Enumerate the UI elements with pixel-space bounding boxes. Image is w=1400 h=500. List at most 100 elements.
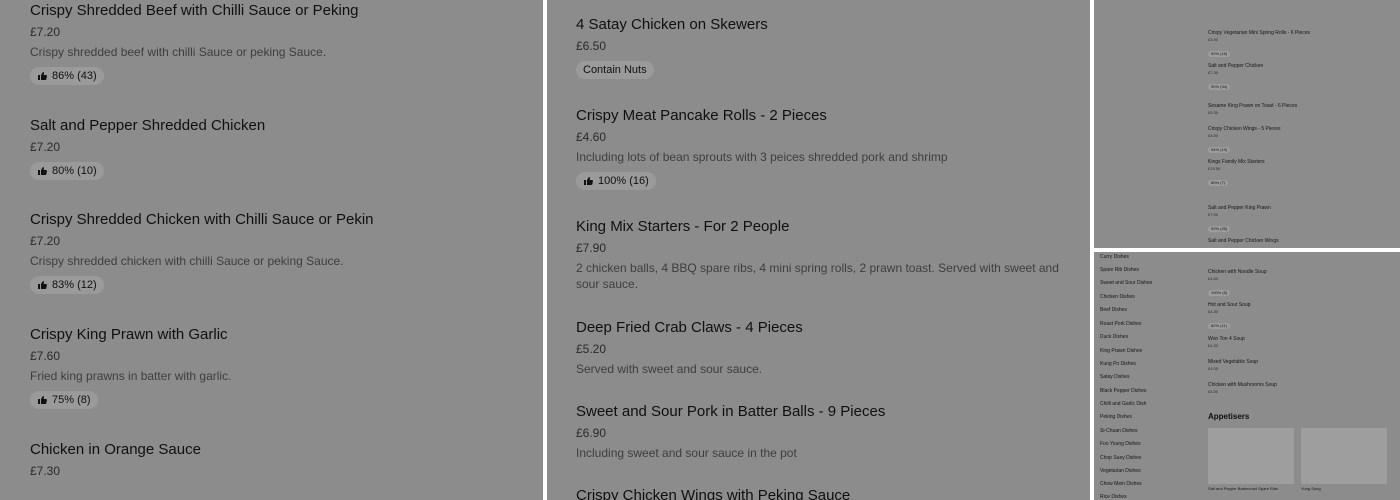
product-image-tile[interactable] xyxy=(1208,428,1294,484)
menu-item[interactable]: Salt and Pepper Shredded Chicken £7.20 8… xyxy=(30,116,520,181)
item-price: £4.50 xyxy=(1208,389,1219,394)
item-description: 2 chicken balls, 4 BBQ spare ribs, 4 min… xyxy=(576,261,1059,291)
rating-text: 83% (12) xyxy=(52,279,97,291)
menu-item[interactable]: King Mix Starters - For 2 People £7.90 2… xyxy=(576,217,1061,292)
item-description: Crispy shredded beef with chilli Sauce o… xyxy=(30,45,327,59)
category-link[interactable]: Satay Dishes xyxy=(1100,374,1129,380)
menu-item[interactable]: Crispy Vegetarian Mini Spring Rolls - 6 … xyxy=(1208,30,1388,60)
rating-badge: 94% (19) xyxy=(1208,147,1231,153)
item-price: £7.20 xyxy=(30,234,61,248)
item-price: £4.30 xyxy=(1208,343,1219,348)
rating-badge: 82% (11) xyxy=(1208,323,1230,329)
menu-item[interactable]: Salt and Pepper Chicken £7.30 90% (34) xyxy=(1208,63,1388,93)
item-name: 4 Satay Chicken on Skewers xyxy=(576,16,768,33)
menu-item[interactable]: Kings Family Mix Starters £15.50 80% (7) xyxy=(1208,159,1388,189)
category-link[interactable]: Curry Dishes xyxy=(1100,254,1129,260)
menu-item[interactable]: Crispy Chicken Wings - 5 Pieces £4.50 94… xyxy=(1208,126,1388,156)
category-link[interactable]: Rice Dishes xyxy=(1100,494,1127,500)
item-name: Salt and Pepper Shredded Chicken xyxy=(30,117,266,134)
rating-badge: 90% (34) xyxy=(1208,84,1231,90)
thumbs-up-icon xyxy=(37,166,47,176)
category-link[interactable]: Black Pepper Dishes xyxy=(1100,388,1146,394)
item-price: £5.20 xyxy=(576,342,607,356)
item-price: £7.30 xyxy=(30,464,61,478)
item-price: £6.90 xyxy=(576,426,607,440)
item-price: £4.50 xyxy=(1208,133,1219,138)
category-link[interactable]: King Prawn Dishes xyxy=(1100,348,1142,354)
product-image-tile[interactable] xyxy=(1301,428,1387,484)
rating-text: 86% (43) xyxy=(52,70,97,82)
rating-badge: 92% (16) xyxy=(1208,51,1231,57)
menu-item[interactable]: Crispy Shredded Chicken with Chilli Sauc… xyxy=(30,210,520,295)
item-price: £7.30 xyxy=(1208,70,1219,75)
category-link[interactable]: Duck Dishes xyxy=(1100,334,1128,340)
menu-thumbnail-top: Crispy Vegetarian Mini Spring Rolls - 6 … xyxy=(1094,0,1400,248)
menu-item[interactable]: Salt and Pepper Chicken Wings xyxy=(1208,238,1388,244)
item-price: £6.50 xyxy=(576,39,607,53)
item-name: Hot and Sour Soup xyxy=(1208,302,1251,308)
thumbs-up-icon xyxy=(37,280,47,290)
item-name: Salt and Pepper Chicken Wings xyxy=(1208,238,1279,244)
item-name: Chicken with Noodle Soup xyxy=(1208,269,1267,275)
section-heading: Appetisers xyxy=(1208,412,1250,421)
item-name: Crispy Shredded Chicken with Chilli Sauc… xyxy=(30,211,374,228)
menu-item[interactable]: Sweet and Sour Pork in Batter Balls - 9 … xyxy=(576,402,1061,461)
item-name: Crispy Vegetarian Mini Spring Rolls - 6 … xyxy=(1208,30,1310,36)
category-link[interactable]: Chicken Dishes xyxy=(1100,294,1135,300)
menu-item[interactable]: Crispy Shredded Beef with Chilli Sauce o… xyxy=(30,1,520,86)
menu-item[interactable]: Mixed Vegetable Soup £4.00 xyxy=(1208,359,1388,371)
menu-item[interactable]: Chicken with Mushrooms Soup £4.50 xyxy=(1208,382,1388,394)
item-name: Sweet and Sour Pork in Batter Balls - 9 … xyxy=(576,403,886,420)
thumbs-up-icon xyxy=(37,71,47,81)
rating-badge: 80% (7) xyxy=(1208,180,1229,186)
category-link[interactable]: Foo Young Dishes xyxy=(1100,441,1141,447)
category-link[interactable]: Beef Dishes xyxy=(1100,307,1127,313)
item-price: £4.60 xyxy=(576,130,607,144)
category-link[interactable]: Si-Chuan Dishes xyxy=(1100,428,1138,434)
menu-item[interactable]: Salt and Pepper King Prawn £7.90 92% (25… xyxy=(1208,205,1388,235)
item-price: £4.00 xyxy=(1208,366,1219,371)
thumbs-up-icon xyxy=(583,176,593,186)
item-name: Crispy King Prawn with Garlic xyxy=(30,326,228,343)
menu-item[interactable]: Crispy Meat Pancake Rolls - 2 Pieces £4.… xyxy=(576,106,1061,191)
rating-text: 75% (8) xyxy=(52,394,91,406)
menu-item[interactable]: Chicken with Noodle Soup £4.50 100% (5) xyxy=(1208,269,1388,299)
item-name: Won Ton 4 Soup xyxy=(1208,336,1245,342)
item-name: King Mix Starters - For 2 People xyxy=(576,218,790,235)
category-link[interactable]: Chow Mein Dishes xyxy=(1100,481,1142,487)
menu-panel-left: Crispy Shredded Beef with Chilli Sauce o… xyxy=(0,0,543,500)
menu-item[interactable]: Sesame King Prawn on Toast - 6 Pieces £5… xyxy=(1208,103,1388,115)
item-name: Crispy Chicken Wings - 5 Pieces xyxy=(1208,126,1281,132)
menu-item[interactable]: 4 Satay Chicken on Skewers £6.50 Contain… xyxy=(576,15,1061,79)
tile-label: Salt and Pepper Barbecued Spare Ribs xyxy=(1208,486,1279,491)
rating-badge: 100% (16) xyxy=(576,172,656,190)
item-price: £7.20 xyxy=(30,140,61,154)
item-price: £3.90 xyxy=(1208,37,1219,42)
tile-label: Yung Sung xyxy=(1301,486,1321,491)
category-link[interactable]: Roast Pork Dishes xyxy=(1100,321,1141,327)
category-link[interactable]: Chilli and Garlic Dish xyxy=(1100,401,1146,407)
menu-item[interactable]: Crispy Chicken Wings with Peking Sauce xyxy=(576,486,1061,500)
menu-item[interactable]: Hot and Sour Soup £4.30 82% (11) xyxy=(1208,302,1388,332)
item-description: Fried king prawns in batter with garlic. xyxy=(30,369,232,383)
item-name: Crispy Meat Pancake Rolls - 2 Pieces xyxy=(576,107,827,124)
menu-item[interactable]: Deep Fried Crab Claws - 4 Pieces £5.20 S… xyxy=(576,318,1061,377)
item-name: Salt and Pepper King Prawn xyxy=(1208,205,1271,211)
category-link[interactable]: Spare Rib Dishes xyxy=(1100,267,1139,273)
item-name: Chicken in Orange Sauce xyxy=(30,441,201,458)
menu-item[interactable]: Chicken in Orange Sauce £7.30 xyxy=(30,440,520,479)
category-link[interactable]: Chop Suey Dishes xyxy=(1100,455,1141,461)
menu-item[interactable]: Won Ton 4 Soup £4.30 xyxy=(1208,336,1388,348)
category-link[interactable]: Sweet and Sour Dishes xyxy=(1100,280,1152,286)
rating-badge: 86% (43) xyxy=(30,67,104,85)
menu-thumbnail-bottom: Curry Dishes Spare Rib Dishes Sweet and … xyxy=(1094,252,1400,500)
category-link[interactable]: Kung Po Dishes xyxy=(1100,361,1136,367)
menu-panel-middle: 4 Satay Chicken on Skewers £6.50 Contain… xyxy=(547,0,1090,500)
category-link[interactable]: Peking Dishes xyxy=(1100,414,1132,420)
item-name: Sesame King Prawn on Toast - 6 Pieces xyxy=(1208,103,1298,109)
rating-badge: 100% (5) xyxy=(1208,290,1231,296)
menu-item[interactable]: Crispy King Prawn with Garlic £7.60 Frie… xyxy=(30,325,520,410)
rating-text: 100% (16) xyxy=(598,175,649,187)
rating-badge: 83% (12) xyxy=(30,276,104,294)
category-link[interactable]: Vegetarian Dishes xyxy=(1100,468,1141,474)
